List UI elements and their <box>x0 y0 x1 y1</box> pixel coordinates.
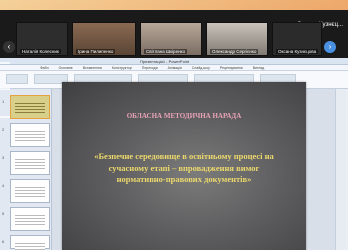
participant-name: Наталія Колесник <box>20 49 61 54</box>
thumbnail-number: 3 <box>2 155 5 160</box>
slide-thumbnail[interactable] <box>10 179 50 203</box>
slide-thumbnail[interactable] <box>10 207 50 231</box>
tab-transitions[interactable]: Переходи <box>142 65 158 70</box>
slide-thumbnail[interactable] <box>10 235 50 250</box>
previous-participants-button[interactable]: ‹ <box>3 41 15 53</box>
current-slide[interactable]: ОБЛАСНА МЕТОДИЧНА НАРАДА «Безпечне серед… <box>62 82 306 250</box>
tab-file[interactable]: Файл <box>40 65 49 70</box>
slide-thumbnail[interactable] <box>10 151 50 175</box>
paste-button[interactable] <box>6 74 28 84</box>
vertical-scrollbar[interactable] <box>335 89 345 250</box>
tab-insert[interactable]: Вставлення <box>83 65 102 70</box>
tab-view[interactable]: Вигляд <box>253 65 264 70</box>
participant-name: Ірина Пилипенко <box>76 49 116 54</box>
participant-tile[interactable]: Світлана Шкіренко <box>140 22 202 56</box>
participant-name: Світлана Шкіренко <box>144 49 188 54</box>
window-title: Презентація1 - PowerPoint <box>140 59 190 64</box>
slide-thumbnail-pane: 1 2 3 4 5 6 <box>0 89 52 250</box>
participant-tile[interactable]: Ірина Пилипенко <box>72 22 136 56</box>
participant-tile[interactable]: Олександр Сергієнко <box>206 22 268 56</box>
tab-design[interactable]: Конструктор <box>112 65 132 70</box>
thumbnail-number: 1 <box>2 99 5 104</box>
participant-tile[interactable]: Наталія Колесник <box>16 22 68 56</box>
participant-tile[interactable]: Оксана Кузнєцова <box>272 22 322 56</box>
tab-home[interactable]: Основне <box>59 65 73 70</box>
tab-slideshow[interactable]: Слайд-шоу <box>192 65 210 70</box>
thumbnail-preview <box>15 157 45 171</box>
thumbnail-preview <box>15 129 45 143</box>
background-stripe <box>0 116 10 118</box>
thumbnail-number: 6 <box>2 239 5 244</box>
thumbnail-number: 5 <box>2 211 5 216</box>
thumbnail-preview <box>15 185 45 199</box>
thumbnail-number: 4 <box>2 183 5 188</box>
thumbnail-preview <box>15 213 45 227</box>
tab-animations[interactable]: Анімація <box>168 65 182 70</box>
slide-body-text: «Безпечне середовище в освітньому процес… <box>94 151 274 184</box>
slide-thumbnail-selected[interactable] <box>10 95 50 119</box>
background-stripe <box>0 62 10 64</box>
slide-heading: ОБЛАСНА МЕТОДИЧНА НАРАДА <box>126 112 242 120</box>
thumbnail-number: 2 <box>2 127 5 132</box>
participant-name: Олександр Сергієнко <box>210 49 259 54</box>
background-stripe <box>0 88 10 90</box>
participant-name: Оксана Кузнєцова <box>276 49 319 54</box>
window-title-bar: Презентація1 - PowerPoint <box>0 58 348 65</box>
next-participants-button[interactable]: › <box>324 41 336 53</box>
tab-review[interactable]: Рецензування <box>220 65 243 70</box>
thumbnail-preview <box>15 101 45 115</box>
slide-thumbnail[interactable] <box>10 123 50 147</box>
zoom-participant-strip: Оксана Кузнєц... ‹ Наталія Колесник Ірин… <box>0 10 348 58</box>
thumbnail-preview <box>15 241 45 250</box>
